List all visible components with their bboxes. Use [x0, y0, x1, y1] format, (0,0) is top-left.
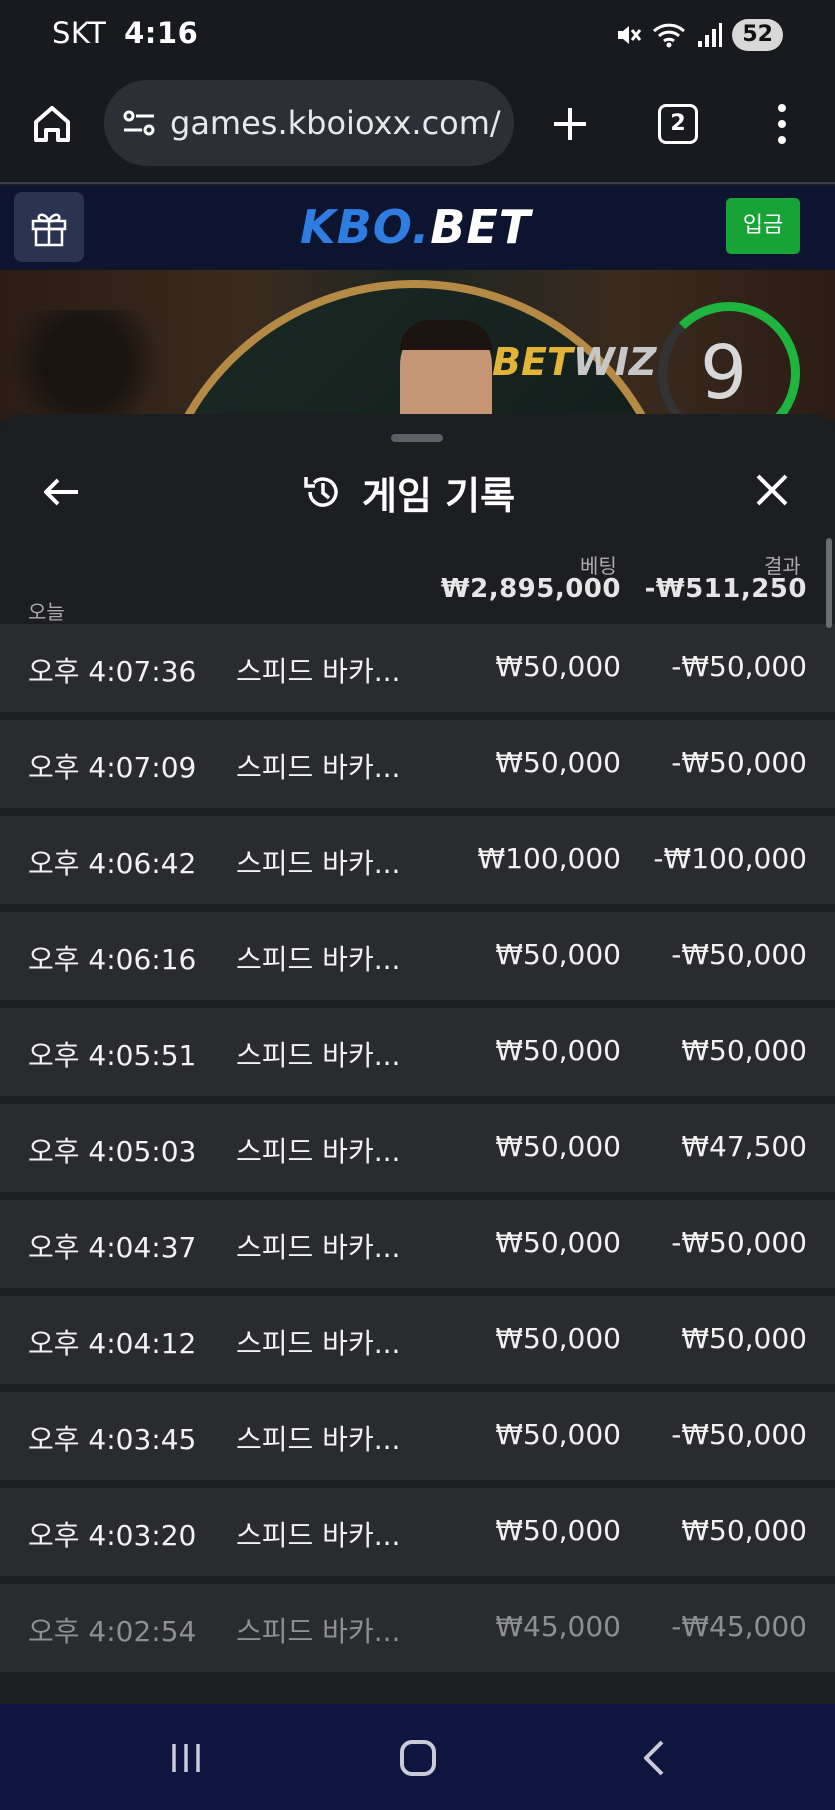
carrier-label: SKT [52, 16, 107, 50]
site-header: KBO.BET 입금 [0, 186, 835, 270]
signal-icon [698, 23, 723, 47]
live-video: BETWIZ 9 [0, 270, 835, 420]
system-nav-bar [0, 1704, 835, 1810]
history-row[interactable]: 오후 4:02:54 스피드 바카... ₩45,000 -₩45,000 [0, 1584, 835, 1672]
dealer-silhouette [10, 310, 160, 420]
browser-toolbar: games.kboioxx.com/ 2 [0, 70, 835, 184]
battery-indicator: 52 [732, 19, 783, 51]
history-list: 오후 4:07:36 스피드 바카... ₩50,000 -₩50,000 오후 4:… [0, 624, 835, 1680]
history-row[interactable]: 오후 4:05:51 스피드 바카... ₩50,000 ₩50,000 [0, 1008, 835, 1096]
history-row[interactable]: 오후 4:03:20 스피드 바카... ₩50,000 ₩50,000 [0, 1488, 835, 1576]
menu-icon[interactable] [770, 100, 794, 148]
gift-button[interactable] [14, 192, 84, 262]
history-row[interactable]: 오후 4:05:03 스피드 바카... ₩50,000 ₩47,500 [0, 1104, 835, 1192]
history-row[interactable]: 오후 4:07:36 스피드 바카... ₩50,000 -₩50,000 [0, 624, 835, 712]
gift-icon [31, 213, 67, 247]
countdown-number: 9 [700, 330, 748, 416]
site-info-icon[interactable] [122, 108, 156, 138]
arrow-left-icon[interactable] [40, 470, 84, 514]
home-button-icon[interactable] [400, 1740, 436, 1776]
history-row[interactable]: 오후 4:04:12 스피드 바카... ₩50,000 ₩50,000 [0, 1296, 835, 1384]
plus-icon[interactable] [548, 102, 592, 146]
url-text[interactable]: games.kboioxx.com/ [170, 104, 501, 142]
history-row[interactable]: 오후 4:03:45 스피드 바카... ₩50,000 -₩50,000 [0, 1392, 835, 1480]
recents-icon[interactable] [168, 1742, 204, 1774]
game-history-sheet: 게임 기록 베팅 결과 오늘 ₩2,895,000 -₩511,250 오후 4… [0, 414, 835, 1704]
tab-count-button[interactable]: 2 [658, 104, 698, 144]
summary-row: 베팅 결과 오늘 ₩2,895,000 -₩511,250 [0, 534, 835, 624]
sheet-title: 게임 기록 [302, 464, 515, 520]
history-row[interactable]: 오후 4:06:16 스피드 바카... ₩50,000 -₩50,000 [0, 912, 835, 1000]
clock: 4:16 [124, 16, 199, 50]
address-bar[interactable]: games.kboioxx.com/ [104, 80, 514, 166]
history-row[interactable]: 오후 4:07:09 스피드 바카... ₩50,000 -₩50,000 [0, 720, 835, 808]
home-icon[interactable] [30, 102, 74, 146]
status-bar: SKT 4:16 52 [0, 0, 835, 70]
history-row[interactable]: 오후 4:06:42 스피드 바카... ₩100,000 -₩100,000 [0, 816, 835, 904]
deposit-button[interactable]: 입금 [726, 198, 800, 254]
bet-total: ₩2,895,000 [440, 574, 621, 604]
mute-icon [618, 26, 642, 44]
scrollbar[interactable] [826, 538, 832, 628]
site-logo[interactable]: KBO.BET [300, 200, 531, 254]
result-total: -₩511,250 [644, 574, 807, 604]
history-icon [304, 477, 338, 507]
today-label: 오늘 [28, 600, 65, 624]
close-icon[interactable] [752, 470, 792, 510]
back-icon[interactable] [638, 1738, 668, 1778]
betwiz-logo: BETWIZ [492, 340, 657, 384]
drag-handle[interactable] [391, 434, 443, 442]
history-row[interactable]: 오후 4:04:37 스피드 바카... ₩50,000 -₩50,000 [0, 1200, 835, 1288]
wifi-icon [653, 23, 686, 48]
